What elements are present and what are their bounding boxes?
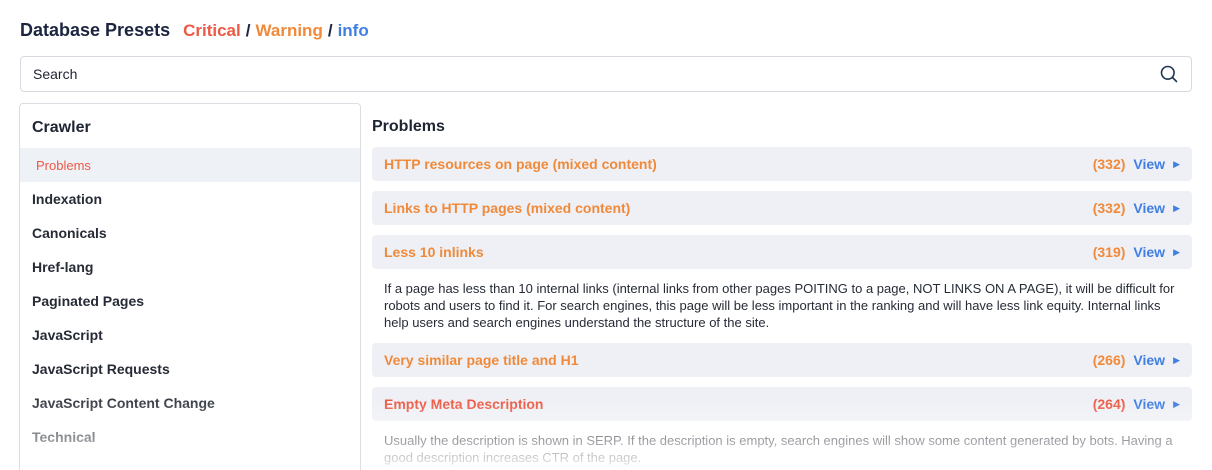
sidebar-item-javascript-requests[interactable]: JavaScript Requests (20, 352, 360, 386)
problem-row-similar-title-h1[interactable]: Very similar page title and H1 (266) Vie… (372, 343, 1192, 377)
view-button[interactable]: View ▶ (1133, 352, 1180, 368)
sidebar-item-problems[interactable]: Problems (20, 148, 360, 182)
problem-label[interactable]: Very similar page title and H1 (384, 352, 1093, 368)
view-label: View (1133, 244, 1166, 260)
severity-filter-warning[interactable]: Warning (255, 21, 322, 41)
problem-count: (332) (1092, 156, 1126, 172)
view-label: View (1133, 396, 1166, 412)
problem-description: Usually the description is shown in SERP… (384, 433, 1173, 465)
page-header: Database Presets Critical / Warning / in… (20, 20, 369, 46)
sidebar-item-indexation[interactable]: Indexation (20, 182, 360, 216)
problem-description: If a page has less than 10 internal link… (384, 281, 1175, 330)
caret-right-icon: ▶ (1173, 202, 1180, 213)
sidebar-item-javascript-content-change[interactable]: JavaScript Content Change (20, 386, 360, 420)
problem-count: (332) (1092, 200, 1126, 216)
search-icon[interactable] (1159, 64, 1179, 84)
view-button[interactable]: View ▶ (1133, 200, 1180, 216)
problem-label[interactable]: HTTP resources on page (mixed content) (384, 156, 1093, 172)
severity-filter-critical[interactable]: Critical (183, 21, 241, 41)
sidebar-item-paginated-pages[interactable]: Paginated Pages (20, 284, 360, 318)
problem-row-links-http[interactable]: Links to HTTP pages (mixed content) (332… (372, 191, 1192, 225)
sidebar-item-javascript[interactable]: JavaScript (20, 318, 360, 352)
severity-filter-info[interactable]: info (338, 21, 369, 41)
problems-panel: Problems HTTP resources on page (mixed c… (372, 103, 1192, 470)
sidebar: Crawler Problems Indexation Canonicals H… (19, 103, 361, 470)
page-title: Database Presets (20, 20, 171, 40)
problem-row-http-resources[interactable]: HTTP resources on page (mixed content) (… (372, 147, 1192, 181)
caret-right-icon: ▶ (1173, 246, 1180, 257)
caret-right-icon: ▶ (1173, 158, 1180, 169)
view-label: View (1133, 200, 1166, 216)
section-title: Problems (372, 118, 445, 135)
problem-count: (319) (1092, 244, 1126, 260)
sidebar-item-technical[interactable]: Technical (20, 420, 360, 454)
severity-separator: / (327, 21, 333, 40)
problem-row-less-10-inlinks[interactable]: Less 10 inlinks (319) View ▶ (372, 235, 1192, 269)
view-button[interactable]: View ▶ (1133, 156, 1180, 172)
caret-right-icon: ▶ (1173, 354, 1180, 365)
view-label: View (1133, 352, 1166, 368)
view-button[interactable]: View ▶ (1133, 244, 1180, 260)
search-bar (20, 56, 1192, 92)
caret-right-icon: ▶ (1173, 398, 1180, 409)
problem-label[interactable]: Less 10 inlinks (384, 244, 1093, 260)
problem-count: (264) (1092, 396, 1126, 412)
severity-separator: / (245, 21, 251, 40)
view-label: View (1133, 156, 1166, 172)
problem-count: (266) (1092, 352, 1126, 368)
sidebar-title: Crawler (32, 119, 91, 136)
search-input[interactable] (33, 66, 1159, 82)
view-button[interactable]: View ▶ (1133, 396, 1180, 412)
problem-label[interactable]: Links to HTTP pages (mixed content) (384, 200, 1093, 216)
problem-row-empty-meta-description[interactable]: Empty Meta Description (264) View ▶ (372, 387, 1192, 421)
sidebar-item-canonicals[interactable]: Canonicals (20, 216, 360, 250)
problem-label[interactable]: Empty Meta Description (384, 396, 1093, 412)
sidebar-item-href-lang[interactable]: Href-lang (20, 250, 360, 284)
